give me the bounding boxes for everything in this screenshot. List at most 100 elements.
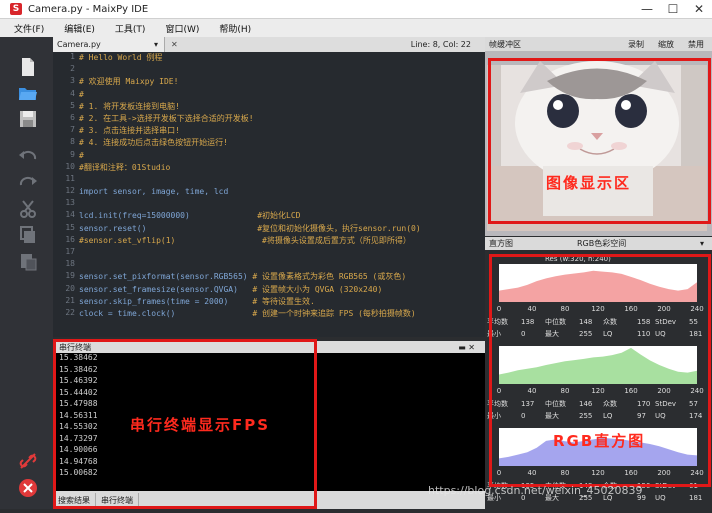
editor-tab-bar: Camera.py ▾ ✕ Line: 8, Col: 22: [53, 37, 485, 52]
code-lines[interactable]: # Hello World 例程 # 欢迎使用 Maixpy IDE! # # 1. …: [79, 52, 485, 320]
disable-button[interactable]: 禁用: [688, 39, 704, 50]
histogram-tick-label: 40: [528, 387, 537, 395]
close-icon[interactable]: ✕: [686, 0, 712, 19]
menu-tools[interactable]: 工具(T): [115, 22, 146, 35]
code-token: #复位和初始化摄像头，执行sensor.run(0): [146, 223, 421, 233]
paste-icon[interactable]: [18, 251, 38, 271]
code-token: # 创建一个时钟来追踪 FPS (每秒拍摄帧数): [175, 308, 416, 318]
code-token: sensor.skip_frames(time = 2000): [79, 296, 229, 306]
histogram-annotation: RGB直方图: [553, 432, 646, 450]
code-token: #: [79, 89, 84, 99]
redo-icon[interactable]: [18, 173, 38, 193]
histogram-stat-label: UQ: [655, 494, 666, 502]
terminal-line: 15.46392: [59, 376, 98, 385]
tab-serial-terminal[interactable]: 串行终端: [96, 492, 139, 508]
cut-icon[interactable]: [18, 199, 38, 219]
open-folder-icon[interactable]: [18, 83, 38, 103]
code-line[interactable]: sensor.set_framesize(sensor.QVGA) # 设置帧大…: [79, 284, 485, 296]
code-line[interactable]: #: [79, 89, 485, 101]
zoom-button[interactable]: 缩放: [658, 39, 674, 50]
watermark: https://blog.csdn.net/weixin_45020839: [428, 484, 643, 497]
code-line[interactable]: [79, 259, 485, 271]
code-line[interactable]: # Hello World 例程: [79, 52, 485, 64]
menu-edit[interactable]: 编辑(E): [64, 22, 95, 35]
line-number: 22: [65, 307, 75, 317]
code-line[interactable]: sensor.skip_frames(time = 2000) # 等待设置生效…: [79, 296, 485, 308]
code-line[interactable]: # 2. 在工具->选择开发板下选择合适的开发板!: [79, 113, 485, 125]
line-number: 6: [70, 112, 75, 122]
code-line[interactable]: #: [79, 150, 485, 162]
save-icon[interactable]: [18, 109, 38, 129]
code-line[interactable]: [79, 174, 485, 186]
terminal-title: 串行终端: [59, 342, 91, 352]
code-token: # 设置像素格式为彩色 RGB565 (或灰色): [247, 272, 407, 282]
line-number: 15: [65, 222, 75, 232]
copy-icon[interactable]: [18, 225, 38, 245]
menu-help[interactable]: 帮助(H): [219, 22, 251, 35]
record-button[interactable]: 录制: [628, 39, 644, 50]
histogram-stat-label: 众数: [603, 317, 617, 326]
terminal-line: 15.38462: [59, 364, 98, 374]
histogram-svg: Res (w:320, h:240) 0 40 80 120 160 200 240 平均数 13…: [487, 255, 704, 502]
code-line[interactable]: # 4. 连接成功后点击绿色按钮开始运行!: [79, 137, 485, 149]
histogram-stat-label: UQ: [655, 330, 666, 338]
code-line[interactable]: clock = time.clock() # 创建一个时钟来追踪 FPS (每秒…: [79, 308, 485, 320]
stop-icon[interactable]: [18, 478, 38, 498]
histogram-stat-label: 最大: [545, 329, 559, 338]
maximize-icon[interactable]: ☐: [660, 0, 686, 19]
code-line[interactable]: [79, 247, 485, 259]
histogram-stat-value: 174: [689, 412, 703, 420]
undo-icon[interactable]: [18, 147, 38, 167]
code-token: # 2. 在工具->选择开发板下选择合适的开发板!: [79, 113, 254, 123]
tab-search-results[interactable]: 搜索结果: [53, 492, 96, 508]
histogram-stat-value: 148: [579, 318, 592, 326]
disconnect-icon[interactable]: [18, 451, 38, 471]
code-line[interactable]: #sensor.set_vflip(1) #将摄像头设置成后置方式（所见即所得）: [79, 235, 485, 247]
close-tab-icon[interactable]: ✕: [171, 40, 178, 49]
code-token: sensor.reset(): [79, 223, 147, 233]
histogram-title: 直方图: [489, 239, 513, 248]
line-number: 20: [65, 283, 75, 293]
code-token: sensor.set_pixformat(sensor.RGB565): [79, 272, 248, 282]
code-token: # 等待设置生效.: [228, 296, 315, 306]
code-line[interactable]: #翻译和注释：01Studio: [79, 162, 485, 174]
menu-window[interactable]: 窗口(W): [165, 22, 199, 35]
code-line[interactable]: # 1. 将开发板连接到电脑!: [79, 101, 485, 113]
new-file-icon[interactable]: [18, 57, 38, 77]
histogram-stat-label: 平均数: [487, 399, 508, 408]
line-number: 19: [65, 271, 75, 281]
minimize-icon[interactable]: —: [634, 0, 660, 19]
histogram-stat-label: LQ: [603, 412, 613, 420]
code-token: sensor, image, time, lcd: [112, 187, 229, 197]
terminal-header: 串行终端 ▬ ✕: [53, 341, 485, 353]
code-line[interactable]: import sensor, image, time, lcd: [79, 186, 485, 198]
code-line[interactable]: # 欢迎使用 Maixpy IDE!: [79, 76, 485, 88]
terminal-line: 15.47988: [59, 399, 98, 408]
chevron-down-icon[interactable]: ▾: [700, 239, 704, 248]
code-line[interactable]: # 3. 点击连接并选择串口!: [79, 125, 485, 137]
histogram-tick-label: 160: [624, 469, 637, 477]
terminal-controls[interactable]: ▬ ✕: [458, 343, 475, 352]
line-number: 3: [70, 76, 75, 86]
code-line[interactable]: lcd.init(freq=15000000) #初始化LCD: [79, 210, 485, 222]
framebuffer-view: [485, 51, 712, 236]
code-token: # 欢迎使用 Maixpy IDE!: [79, 77, 179, 87]
code-token: #: [79, 150, 84, 160]
histogram-stat-value: 181: [689, 494, 702, 502]
histogram-tick-label: 200: [657, 387, 670, 395]
code-token: sensor.set_framesize(sensor.QVGA): [79, 284, 238, 294]
menu-file[interactable]: 文件(F): [14, 22, 44, 35]
histogram-stat-value: 255: [579, 412, 592, 420]
dropdown-icon[interactable]: ▾: [154, 40, 158, 49]
code-line[interactable]: sensor.set_pixformat(sensor.RGB565) # 设置…: [79, 271, 485, 283]
line-number: 18: [65, 259, 75, 269]
histogram-tick-label: 120: [591, 305, 604, 313]
code-token: # 3. 点击连接并选择串口!: [79, 126, 180, 136]
editor-tab[interactable]: Camera.py ▾: [53, 37, 165, 52]
colorspace-select[interactable]: RGB色彩空间: [577, 238, 626, 249]
line-number: 16: [65, 234, 75, 244]
code-line[interactable]: [79, 64, 485, 76]
code-line[interactable]: [79, 198, 485, 210]
code-line[interactable]: sensor.reset() #复位和初始化摄像头，执行sensor.run(0…: [79, 223, 485, 235]
code-token: #sensor.set_vflip(1): [79, 235, 176, 245]
